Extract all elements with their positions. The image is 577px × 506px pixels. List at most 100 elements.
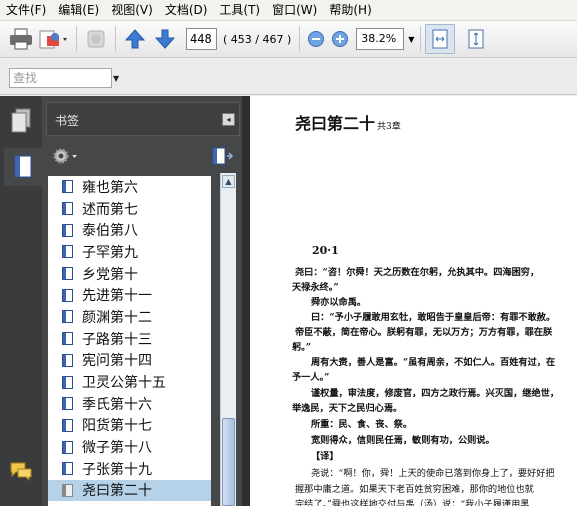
bookmark-item[interactable]: 述而第七 — [48, 198, 211, 220]
toolbar-separator — [420, 26, 422, 52]
document-line: 【译】 — [311, 451, 339, 462]
zoom-dropdown-icon[interactable]: ▼ — [408, 35, 414, 44]
bookmark-item[interactable]: 阳货第十七 — [48, 415, 211, 437]
collapse-panel-button[interactable]: ◂ — [222, 113, 235, 126]
bookmark-item[interactable]: 颜渊第十二 — [48, 306, 211, 328]
zoom-level-input[interactable]: 38.2% — [356, 28, 405, 50]
bookmark-item[interactable]: 子罕第九 — [48, 241, 211, 263]
zoom-out-icon — [308, 31, 325, 47]
bookmark-icon — [62, 245, 73, 259]
bookmark-item[interactable]: 先进第十一 — [48, 284, 211, 306]
menu-bar: 文件(F) 编辑(E) 视图(V) 文档(D) 工具(T) 窗口(W) 帮助(H… — [0, 0, 577, 21]
bookmarks-panel-header: 书签 ◂ — [46, 102, 240, 136]
toolbar-separator — [115, 26, 116, 52]
document-line: 尧曰：“咨！尔舜！天之历数在尔躬，允执其中。四海困穷， — [295, 267, 540, 278]
document-line: 帝臣不蔽，简在帝心。朕躬有罪，无以万方；万方有罪，罪在朕 — [295, 327, 553, 338]
page-number-input[interactable]: 448 — [186, 28, 217, 50]
document-page: 尧曰第二十 共3章 20·1 尧曰：“咨！尔舜！天之历数在尔躬，允执其中。四海困穷… — [250, 96, 577, 506]
toolbar: 448 ( 453 / 467 ) 38.2% ▼ — [0, 21, 577, 58]
bookmarks-panel: 书签 ◂ 雍也第六述而第七泰伯第八子罕第九乡党第十先进第十一颜渊第十二子路第十三… — [42, 96, 242, 506]
document-line: 周有大赉，善人是富。“虽有周亲，不如仁人。百姓有过，在 — [311, 357, 556, 368]
navigation-sidebar — [0, 96, 42, 506]
bookmark-icon — [62, 180, 73, 194]
bookmark-item[interactable]: 子路第十三 — [48, 328, 211, 350]
document-line: 曰：“予小子履敢用玄牡，敢昭告于皇皇后帝：有罪不敢赦。 — [311, 312, 556, 323]
search-input[interactable]: 查找 — [9, 68, 112, 88]
bookmarks-tab[interactable] — [4, 148, 42, 186]
menu-edit[interactable]: 编辑(E) — [52, 0, 105, 21]
menu-window[interactable]: 窗口(W) — [266, 0, 323, 21]
section-number: 20·1 — [312, 244, 339, 257]
bookmark-label: 子路第十三 — [82, 331, 152, 348]
panel-splitter[interactable] — [242, 96, 250, 506]
bookmark-label: 述而第七 — [82, 201, 138, 218]
bookmark-item[interactable]: 乡党第十 — [48, 263, 211, 285]
chapter-title: 尧曰第二十 共3章 — [295, 110, 401, 134]
bookmark-icon — [62, 353, 73, 367]
bookmark-item[interactable]: 微子第十八 — [48, 436, 211, 458]
fit-page-icon — [432, 29, 448, 49]
bookmark-icon — [62, 440, 73, 454]
bookmark-label: 颜渊第十二 — [82, 309, 152, 326]
pages-tab[interactable] — [8, 106, 34, 136]
toolbar-separator — [76, 26, 77, 52]
comments-icon — [10, 462, 32, 481]
bookmark-label: 泰伯第八 — [82, 223, 138, 240]
pages-icon — [11, 108, 31, 133]
fit-width-button[interactable] — [461, 24, 491, 54]
bookmark-item[interactable]: 季氏第十六 — [48, 393, 211, 415]
bookmark-icon — [62, 332, 73, 346]
options-button[interactable] — [52, 146, 80, 170]
bookmark-item[interactable]: 宪问第十四 — [48, 350, 211, 372]
bookmark-item[interactable]: 尧曰第二十 — [48, 479, 211, 502]
print-button[interactable] — [6, 24, 36, 54]
comments-tab[interactable] — [8, 456, 34, 486]
bookmarks-icon — [14, 155, 32, 178]
print-icon — [10, 28, 32, 50]
bookmarks-toolbar — [46, 142, 240, 172]
search-dropdown-icon[interactable]: ▼ — [113, 74, 119, 83]
bookmark-label: 先进第十一 — [82, 288, 152, 305]
bookmark-icon — [62, 202, 73, 216]
document-line: 完结了。”舜也这样地交付与禹（汤）说：“我小子履谨用黑 — [295, 499, 530, 506]
menu-help[interactable]: 帮助(H) — [323, 0, 377, 21]
zoom-out-button[interactable] — [304, 24, 328, 54]
previous-page-button[interactable] — [120, 24, 150, 54]
zoom-in-button[interactable] — [328, 24, 352, 54]
next-page-icon — [154, 29, 176, 49]
bookmark-label: 宪问第十四 — [82, 353, 152, 370]
bookmark-label: 微子第十八 — [82, 440, 152, 457]
menu-file[interactable]: 文件(F) — [0, 0, 52, 21]
fit-page-button[interactable] — [425, 24, 456, 54]
document-line: 舜亦以命禹。 — [311, 297, 367, 308]
bookmark-icon — [62, 267, 73, 281]
document-line: 予一人。” — [292, 372, 330, 383]
next-page-button[interactable] — [150, 24, 180, 54]
scroll-thumb[interactable] — [222, 418, 235, 506]
expand-bookmark-button[interactable] — [212, 146, 234, 170]
bookmark-scrollbar[interactable]: ▲ — [220, 173, 236, 506]
menu-view[interactable]: 视图(V) — [105, 0, 159, 21]
bookmark-label: 季氏第十六 — [82, 396, 152, 413]
document-line: 所重：民、食、丧、祭。 — [311, 419, 413, 430]
chapter-note: 共3章 — [377, 122, 401, 132]
menu-tools[interactable]: 工具(T) — [213, 0, 266, 21]
document-line: 握那中庸之道。如果天下老百姓贫穷困难，那你的地位也就 — [295, 484, 534, 495]
bookmark-item[interactable]: 子张第十九 — [48, 458, 211, 480]
document-line: 举逸民，天下之民归心焉。 — [292, 403, 403, 414]
bookmark-label: 子罕第九 — [82, 244, 138, 261]
hand-tool-button[interactable] — [81, 24, 111, 54]
bookmark-item[interactable]: 泰伯第八 — [48, 219, 211, 241]
bookmark-label: 尧曰第二十 — [82, 483, 152, 500]
bookmark-item[interactable]: 卫灵公第十五 — [48, 371, 211, 393]
expand-bookmark-icon — [212, 147, 234, 165]
bookmark-icon — [62, 397, 73, 411]
hand-icon — [87, 30, 105, 48]
bookmark-item[interactable]: 雍也第六 — [48, 176, 211, 198]
chapter-title-text: 尧曰第二十 — [295, 114, 376, 133]
menu-document[interactable]: 文档(D) — [159, 0, 214, 21]
previous-page-icon — [124, 29, 146, 49]
scroll-up-icon[interactable]: ▲ — [222, 175, 235, 188]
email-button[interactable] — [36, 24, 72, 54]
toolbar-separator — [299, 26, 301, 52]
